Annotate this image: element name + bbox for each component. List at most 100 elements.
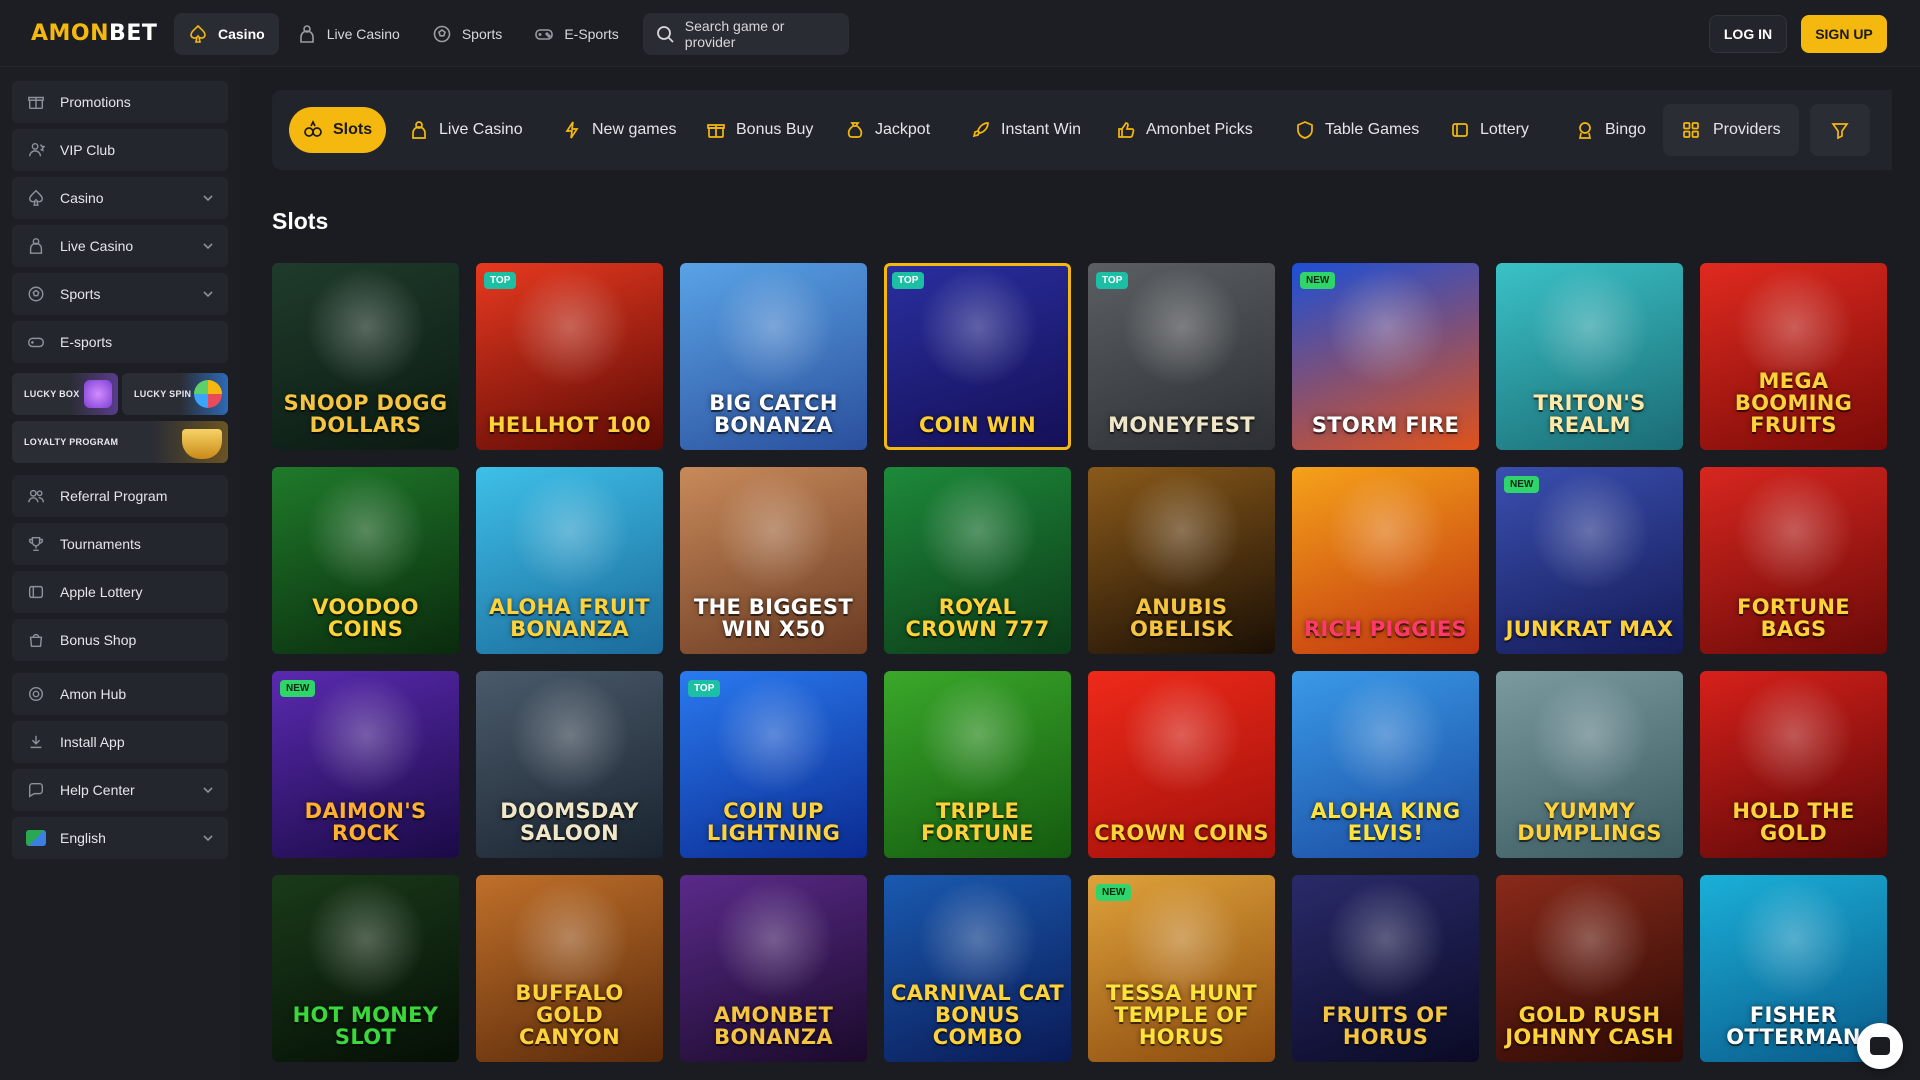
game-artwork bbox=[1529, 674, 1650, 795]
promo-lucky-box[interactable]: LUCKY BOX bbox=[12, 373, 118, 415]
game-tile[interactable]: Carnival Cat Bonus Combo bbox=[884, 875, 1071, 1062]
section-title: Slots bbox=[272, 208, 329, 234]
category-bonus-buy[interactable]: Bonus Buy bbox=[692, 107, 827, 153]
category-amonbet-picks[interactable]: Amonbet Picks bbox=[1102, 107, 1267, 153]
game-title: Buffalo Gold Canyon bbox=[515, 980, 624, 1049]
game-tile[interactable]: Amonbet Bonanza bbox=[680, 875, 867, 1062]
game-tile[interactable]: TOP HellHot 100 bbox=[476, 263, 663, 450]
topnav-label: Live Casino bbox=[326, 26, 400, 42]
game-tile[interactable]: Rich Piggies bbox=[1292, 467, 1479, 654]
sidebar-item-help-center[interactable]: Help Center bbox=[12, 769, 228, 811]
search-input[interactable]: Search game or provider bbox=[642, 13, 849, 55]
flag-icon bbox=[26, 828, 46, 848]
chat-icon bbox=[1870, 1037, 1890, 1055]
category-instant-win[interactable]: Instant Win bbox=[957, 107, 1095, 153]
game-title: Junkrat Max bbox=[1505, 616, 1674, 641]
game-tile[interactable]: Crown Coins bbox=[1088, 671, 1275, 858]
signup-button[interactable]: SIGN UP bbox=[1801, 15, 1887, 53]
topnav-live-casino[interactable]: Live Casino bbox=[283, 13, 414, 55]
sidebar-item-install-app[interactable]: Install App bbox=[12, 721, 228, 763]
game-tile[interactable]: Fruits of Horus bbox=[1292, 875, 1479, 1062]
game-tile[interactable]: TOP Coin Win bbox=[884, 263, 1071, 450]
game-tile[interactable]: Buffalo Gold Canyon bbox=[476, 875, 663, 1062]
game-tile[interactable]: TOP Moneyfest bbox=[1088, 263, 1275, 450]
game-title: Hold The Gold bbox=[1732, 798, 1855, 845]
game-title: Rich Piggies bbox=[1304, 616, 1467, 641]
chevron-down-icon[interactable] bbox=[202, 784, 214, 796]
game-tile[interactable]: TOP Coin Up Lightning bbox=[680, 671, 867, 858]
chevron-down-icon[interactable] bbox=[202, 832, 214, 844]
hub-icon bbox=[26, 684, 46, 704]
game-tile[interactable]: Doomsday Saloon bbox=[476, 671, 663, 858]
game-tile[interactable]: Royal Crown 777 bbox=[884, 467, 1071, 654]
category-jackpot[interactable]: Jackpot bbox=[831, 107, 944, 153]
game-tile[interactable]: Aloha King Elvis! bbox=[1292, 671, 1479, 858]
topnav-casino[interactable]: Casino bbox=[174, 13, 279, 55]
game-artwork bbox=[509, 674, 630, 795]
game-tile[interactable]: The Biggest Win X50 bbox=[680, 467, 867, 654]
filter-icon bbox=[1830, 120, 1850, 140]
category-live-casino[interactable]: Live Casino bbox=[395, 107, 537, 153]
providers-button[interactable]: Providers bbox=[1663, 104, 1799, 156]
game-tile[interactable]: Anubis Obelisk bbox=[1088, 467, 1275, 654]
promo-loyalty-program[interactable]: LOYALTY PROGRAM bbox=[12, 421, 228, 463]
game-artwork bbox=[305, 470, 426, 591]
filter-button[interactable] bbox=[1810, 104, 1870, 156]
category-bingo[interactable]: Bingo bbox=[1561, 107, 1660, 153]
sidebar-item-tournaments[interactable]: Tournaments bbox=[12, 523, 228, 565]
topnav-esports[interactable]: E-Sports bbox=[520, 13, 632, 55]
category-label: Bonus Buy bbox=[736, 121, 814, 138]
sidebar-item-casino[interactable]: Casino bbox=[12, 177, 228, 219]
users-icon bbox=[26, 486, 46, 506]
sidebar-item-vip-club[interactable]: VIP Club bbox=[12, 129, 228, 171]
chevron-down-icon[interactable] bbox=[202, 192, 214, 204]
category-slots[interactable]: Slots bbox=[289, 107, 387, 153]
game-title: Royal Crown 777 bbox=[905, 594, 1050, 641]
category-table-games[interactable]: Table Games bbox=[1281, 107, 1433, 153]
sidebar-item-label: Promotions bbox=[60, 94, 131, 110]
game-tile[interactable]: Big Catch Bonanza bbox=[680, 263, 867, 450]
game-tile[interactable]: Triton's Realm bbox=[1496, 263, 1683, 450]
game-tile[interactable]: Voodoo Coins bbox=[272, 467, 459, 654]
game-tile[interactable]: Yummy Dumplings bbox=[1496, 671, 1683, 858]
sidebar-item-apple-lottery[interactable]: Apple Lottery bbox=[12, 571, 228, 613]
game-title: The Biggest Win X50 bbox=[694, 594, 853, 641]
sidebar-item-label: Sports bbox=[60, 286, 101, 302]
game-tile[interactable]: NEW Daimon's Rock bbox=[272, 671, 459, 858]
game-tile[interactable]: NEW Junkrat Max bbox=[1496, 467, 1683, 654]
language-selector[interactable]: English bbox=[12, 817, 228, 859]
game-artwork bbox=[509, 266, 630, 387]
category-lottery[interactable]: Lottery bbox=[1436, 107, 1543, 153]
sidebar-item-sports[interactable]: Sports bbox=[12, 273, 228, 315]
login-button[interactable]: LOG IN bbox=[1709, 15, 1787, 53]
brand-logo[interactable]: AMONBET bbox=[31, 21, 157, 46]
sidebar-item-referral-program[interactable]: Referral Program bbox=[12, 475, 228, 517]
game-tile[interactable]: Mega Booming Fruits bbox=[1700, 263, 1887, 450]
sidebar-item-promotions[interactable]: Promotions bbox=[12, 81, 228, 123]
game-tile[interactable]: Fortune Bags bbox=[1700, 467, 1887, 654]
topnav-sports[interactable]: Sports bbox=[418, 13, 516, 55]
game-tile[interactable]: NEW Tessa Hunt Temple of Horus bbox=[1088, 875, 1275, 1062]
chevron-down-icon[interactable] bbox=[202, 240, 214, 252]
game-tile[interactable]: Hold The Gold bbox=[1700, 671, 1887, 858]
game-tile[interactable]: Triple Fortune bbox=[884, 671, 1071, 858]
soccer-ball-icon bbox=[26, 284, 46, 304]
sidebar-item-live-casino[interactable]: Live Casino bbox=[12, 225, 228, 267]
spade-icon bbox=[188, 24, 208, 44]
sidebar-item-bonus-shop[interactable]: Bonus Shop bbox=[12, 619, 228, 661]
category-new-games[interactable]: New games bbox=[548, 107, 690, 153]
topnav-label: Casino bbox=[218, 26, 265, 42]
game-tile[interactable]: Hot Money Slot bbox=[272, 875, 459, 1062]
game-title: Big Catch Bonanza bbox=[709, 390, 838, 437]
sidebar-item-amon-hub[interactable]: Amon Hub bbox=[12, 673, 228, 715]
game-tile[interactable]: Aloha Fruit Bonanza bbox=[476, 467, 663, 654]
game-tile[interactable]: Snoop Dogg Dollars bbox=[272, 263, 459, 450]
game-tile[interactable]: Gold Rush Johnny Cash bbox=[1496, 875, 1683, 1062]
sidebar-item-esports[interactable]: E-sports bbox=[12, 321, 228, 363]
chat-support-button[interactable] bbox=[1857, 1023, 1903, 1069]
game-title: Fisher Otterman bbox=[1726, 1002, 1861, 1049]
chevron-down-icon[interactable] bbox=[202, 288, 214, 300]
game-tile[interactable]: NEW Storm Fire bbox=[1292, 263, 1479, 450]
game-title: Tessa Hunt Temple of Horus bbox=[1105, 980, 1258, 1049]
promo-lucky-spin[interactable]: LUCKY SPIN bbox=[122, 373, 228, 415]
